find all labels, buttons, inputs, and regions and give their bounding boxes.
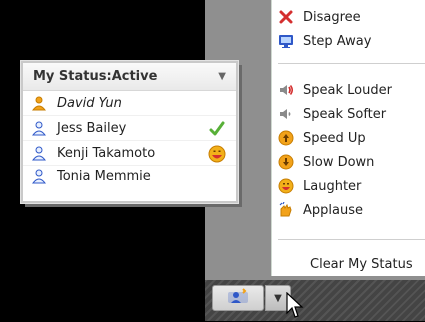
status-control: ▼ — [212, 283, 292, 313]
chevron-down-icon: ▼ — [274, 292, 282, 304]
menu-item-speak-softer[interactable]: Speak Softer — [278, 103, 386, 125]
menu-item-label: Applause — [303, 202, 363, 218]
menu-item-label: Laughter — [303, 178, 362, 194]
user-row-jess-bailey[interactable]: Jess Bailey — [23, 116, 236, 141]
menu-divider — [278, 63, 425, 64]
menu-item-speak-louder[interactable]: Speak Louder — [278, 79, 392, 101]
user-name: Kenji Takamoto — [57, 145, 156, 161]
user-row-kenji-takamoto[interactable]: Kenji Takamoto — [23, 141, 236, 166]
menu-item-label: Speak Louder — [303, 82, 392, 98]
disagree-icon — [278, 9, 294, 25]
user-name: Tonia Memmie — [57, 168, 151, 184]
user-icon — [31, 168, 47, 184]
menu-item-speed-up[interactable]: Speed Up — [278, 127, 366, 149]
menu-item-label: Slow Down — [303, 154, 375, 170]
menu-item-label: Clear My Status — [310, 256, 413, 272]
menu-item-laughter[interactable]: Laughter — [278, 175, 361, 197]
menu-item-slow-down[interactable]: Slow Down — [278, 151, 374, 173]
slow-down-icon — [278, 154, 294, 170]
step-away-icon — [278, 33, 294, 49]
menu-item-applause[interactable]: Applause — [278, 199, 363, 221]
menu-item-label: Step Away — [303, 33, 372, 49]
menu-item-label: Speed Up — [303, 130, 366, 146]
user-row-tonia-memmie[interactable]: Tonia Memmie — [23, 166, 236, 186]
chevron-down-icon[interactable]: ▼ — [218, 71, 226, 82]
status-menu: Disagree Step Away Speak Louder Speak So… — [271, 0, 425, 276]
user-name: Jess Bailey — [57, 120, 127, 136]
presenter-user-icon — [31, 95, 47, 111]
speaker-louder-icon — [278, 82, 294, 98]
applause-icon — [278, 202, 294, 218]
laughter-icon — [208, 145, 226, 163]
user-name: David Yun — [57, 95, 122, 111]
my-status-header[interactable]: My Status:Active ▼ — [23, 63, 236, 91]
menu-divider — [278, 239, 425, 240]
my-status-panel: My Status:Active ▼ David Yun Jess Bailey — [21, 61, 238, 203]
menu-item-label: Disagree — [303, 9, 361, 25]
menu-item-disagree[interactable]: Disagree — [278, 6, 361, 28]
laughter-icon — [278, 178, 294, 194]
mouse-cursor-icon — [286, 291, 304, 318]
my-status-title: My Status:Active — [33, 69, 158, 84]
user-icon — [31, 120, 47, 136]
checkmark-icon — [208, 120, 226, 138]
user-row-david-yun[interactable]: David Yun — [23, 91, 236, 116]
menu-item-label: Speak Softer — [303, 106, 387, 122]
menu-item-step-away[interactable]: Step Away — [278, 30, 371, 52]
menu-item-clear-my-status[interactable]: Clear My Status — [310, 253, 413, 275]
speed-up-icon — [278, 130, 294, 146]
status-button[interactable] — [212, 285, 264, 311]
raise-hand-icon — [227, 287, 249, 309]
user-icon — [31, 145, 47, 161]
speaker-softer-icon — [278, 106, 294, 122]
